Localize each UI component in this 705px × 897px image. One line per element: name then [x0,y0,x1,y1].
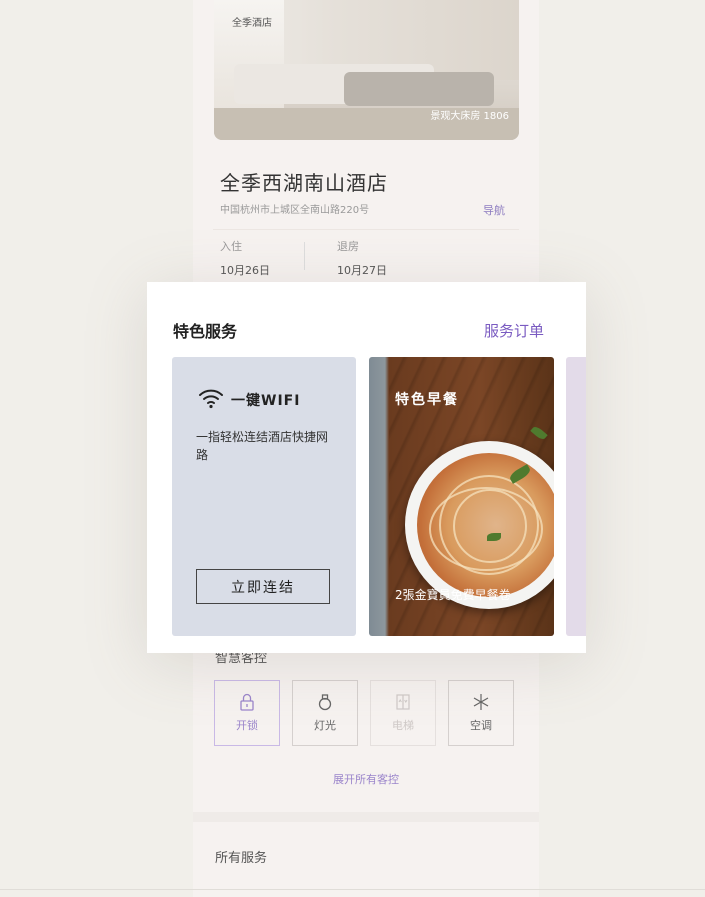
wifi-icon [198,387,224,409]
light-label: 灯光 [314,719,336,732]
navigate-link[interactable]: 导航 [483,202,505,218]
air-conditioner-button[interactable]: 空调 [448,680,514,746]
breakfast-caption: 2張金寶員免費早餐卷 [395,588,511,602]
breakfast-title: 特色早餐 [395,392,459,408]
elevator-icon [371,693,435,713]
date-divider [304,242,305,270]
checkout-date: 10月27日 [337,264,387,277]
hotel-logo: 全季酒店 [232,18,272,29]
service-orders-link[interactable]: 服务订单 [484,320,544,341]
featured-services-title: 特色服务 [173,322,238,341]
checkin-date: 10月26日 [220,264,270,277]
air-conditioner-label: 空调 [470,719,492,732]
all-services-title: 所有服务 [215,851,268,866]
hotel-name: 全季西湖南山酒店 [220,171,388,195]
breakfast-service-tile[interactable]: 特色早餐 2張金寶員免費早餐卷 [369,357,554,636]
checkin-label: 入住 [220,240,242,253]
lock-icon [215,693,279,713]
connect-wifi-button[interactable]: 立即连结 [196,569,330,604]
light-bulb-icon [293,693,357,713]
checkout-label: 退房 [337,240,359,253]
hotel-address: 中国杭州市上城区全南山路220号 [220,205,370,216]
unlock-button[interactable]: 开锁 [214,680,280,746]
next-service-tile[interactable] [566,357,586,636]
snowflake-icon [449,693,513,713]
expand-room-controls-link[interactable]: 展开所有客控 [193,771,539,787]
wifi-title: 一键WIFI [231,393,301,409]
room-photo: 全季酒店 景观大床房 1806 [214,0,519,140]
section-separator [193,812,539,822]
featured-services-card: 特色服务 服务订单 一键WIFI 一指轻松连结酒店快捷网路 立即连结 特色早餐 … [147,282,586,653]
light-button[interactable]: 灯光 [292,680,358,746]
elevator-label: 电梯 [392,719,414,732]
elevator-button[interactable]: 电梯 [370,680,436,746]
unlock-label: 开锁 [236,719,258,732]
wifi-description: 一指轻松连结酒店快捷网路 [196,430,329,462]
bottom-divider [0,889,705,890]
wifi-service-tile[interactable]: 一键WIFI 一指轻松连结酒店快捷网路 立即连结 [172,357,356,636]
room-caption: 景观大床房 1806 [430,111,509,122]
divider [213,229,519,230]
